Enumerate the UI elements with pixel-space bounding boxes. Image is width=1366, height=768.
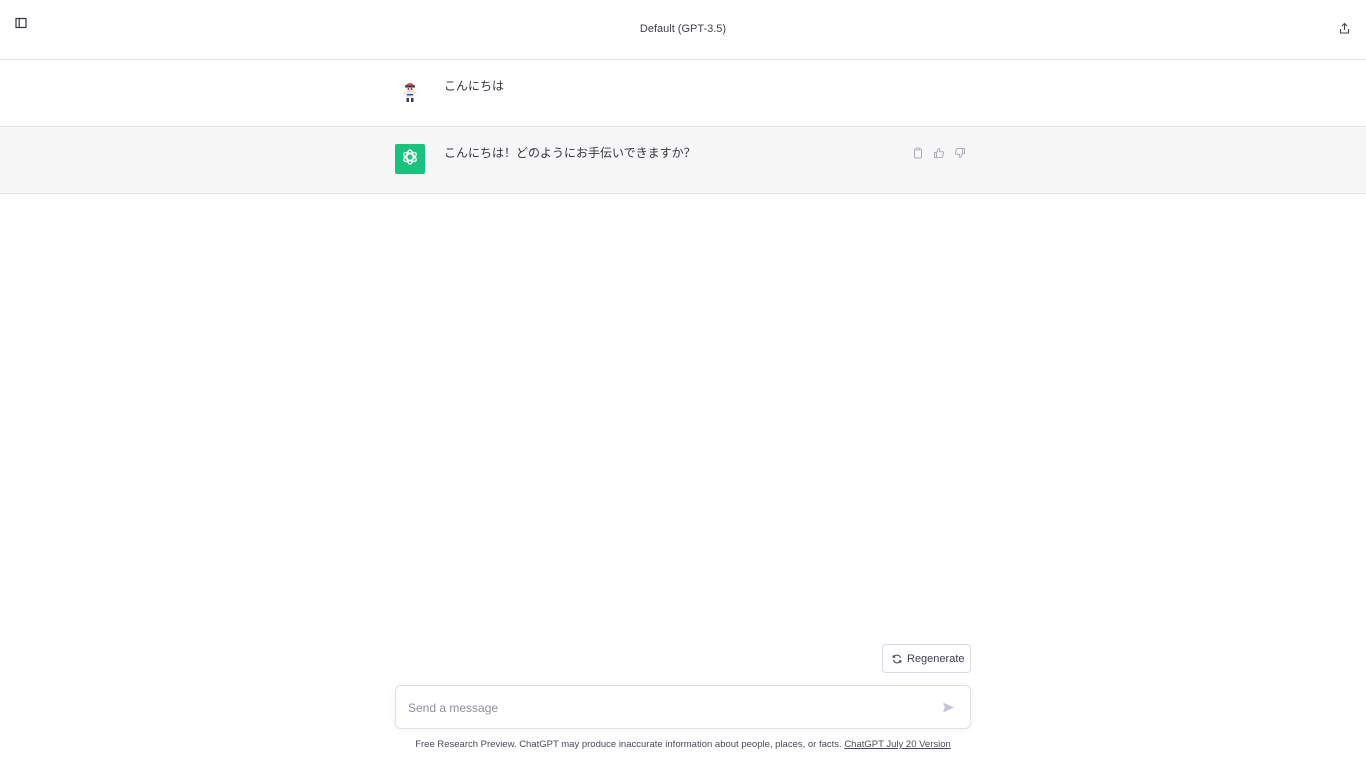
refresh-icon [892, 654, 902, 664]
share-icon[interactable] [1338, 22, 1352, 36]
disclaimer-text: Free Research Preview. ChatGPT may produ… [415, 739, 845, 750]
footer-disclaimer: Free Research Preview. ChatGPT may produ… [0, 739, 1366, 750]
message-actions [912, 147, 968, 161]
thumbs-down-icon[interactable] [954, 147, 968, 161]
message-input[interactable] [408, 698, 928, 718]
thumbs-up-icon[interactable] [933, 147, 947, 161]
message-composer [395, 685, 971, 729]
user-message-text: こんにちは [444, 79, 505, 93]
model-title[interactable]: Default (GPT-3.5) [0, 23, 1366, 35]
assistant-avatar [395, 144, 425, 174]
regenerate-label: Regenerate [907, 652, 965, 665]
version-link[interactable]: ChatGPT July 20 Version [844, 739, 951, 750]
user-avatar [395, 77, 425, 107]
regenerate-button[interactable]: Regenerate [882, 644, 971, 673]
copy-icon[interactable] [912, 147, 926, 161]
top-bar: Default (GPT-3.5) [0, 0, 1366, 60]
openai-logo-icon [400, 147, 420, 172]
user-message: こんにちは [0, 60, 1366, 127]
assistant-message: こんにちは！どのようにお手伝いできますか？ [0, 127, 1366, 194]
send-icon[interactable] [942, 701, 956, 715]
assistant-message-text: こんにちは！どのようにお手伝いできますか？ [444, 146, 696, 160]
